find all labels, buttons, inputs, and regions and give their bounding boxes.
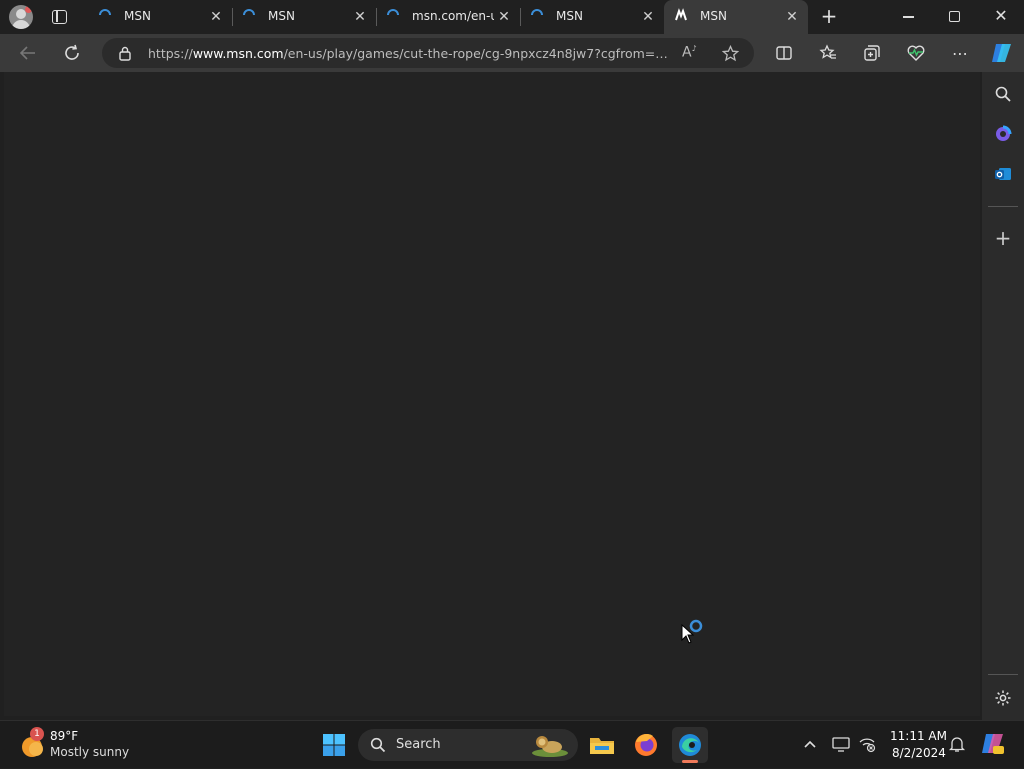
firefox-icon — [635, 733, 657, 756]
tab-actions-icon[interactable] — [52, 10, 67, 24]
page-content[interactable] — [4, 72, 980, 716]
active-app-indicator — [682, 760, 698, 763]
sidebar-copilot-button[interactable] — [989, 120, 1017, 148]
weather-temperature: 89°F — [50, 729, 79, 743]
loading-spinner-icon — [387, 9, 399, 16]
split-screen-button[interactable] — [770, 39, 798, 67]
url-text: https://www.msn.com/en-us/play/games/cut… — [148, 46, 668, 61]
monitor-icon — [832, 737, 850, 752]
sidebar-outlook-button[interactable] — [989, 160, 1017, 188]
tray-network-icon[interactable] — [858, 735, 876, 757]
minimize-button[interactable] — [903, 16, 914, 18]
close-icon[interactable]: ✕ — [208, 9, 224, 25]
edge-sidebar: + — [982, 72, 1024, 720]
read-aloud-icon[interactable]: A♪ — [682, 44, 697, 61]
gear-icon — [995, 690, 1011, 706]
firefox-button[interactable] — [628, 727, 664, 763]
tab-active[interactable]: MSN ✕ — [664, 0, 808, 34]
settings-more-button[interactable]: ⋯ — [946, 39, 974, 67]
search-icon — [370, 737, 386, 753]
network-disconnected-icon — [859, 738, 876, 753]
copilot-icon — [982, 734, 1004, 754]
url-path: /en-us/play/games/cut-the-rope/cg-9npxcz… — [283, 46, 668, 61]
copilot-icon — [992, 44, 1011, 62]
refresh-icon — [65, 44, 79, 60]
loading-spinner-icon — [243, 9, 255, 16]
copilot-button[interactable] — [988, 39, 1016, 67]
taskbar: 1 89°F Mostly sunny Search 11:11 AM 8/2/… — [0, 720, 1024, 768]
weather-badge: 1 — [30, 727, 44, 741]
clock-time[interactable]: 11:11 AM — [890, 729, 947, 743]
restore-button[interactable] — [949, 11, 960, 22]
url-host: www.msn.com — [192, 46, 284, 61]
taskbar-search[interactable]: Search — [358, 729, 578, 761]
edge-icon — [679, 734, 701, 756]
sidebar-search-button[interactable] — [989, 80, 1017, 108]
tab-4[interactable]: MSN ✕ — [520, 0, 664, 34]
browser-essentials-button[interactable] — [902, 39, 930, 67]
favorites-button[interactable] — [814, 39, 842, 67]
chevron-up-icon — [804, 740, 816, 748]
back-arrow-icon — [19, 46, 35, 60]
tray-display-icon[interactable] — [832, 735, 850, 757]
close-window-button[interactable]: ✕ — [992, 7, 1010, 25]
tab-3[interactable]: msn.com/en-u ✕ — [376, 0, 520, 34]
favorites-icon — [819, 44, 836, 59]
plus-icon: + — [994, 226, 1012, 250]
close-icon[interactable]: ✕ — [640, 9, 656, 25]
heart-pulse-icon — [907, 45, 925, 61]
search-icon — [995, 86, 1011, 102]
split-screen-icon — [776, 46, 792, 60]
profile-avatar[interactable] — [9, 5, 33, 29]
file-explorer-button[interactable] — [584, 727, 620, 763]
close-icon[interactable]: ✕ — [352, 9, 368, 25]
tab-label: msn.com/en-u — [412, 9, 494, 23]
title-bar: MSN ✕ MSN ✕ msn.com/en-u ✕ MSN ✕ MSN ✕ +… — [0, 0, 1024, 34]
tab-label: MSN — [268, 9, 295, 23]
close-icon[interactable]: ✕ — [496, 9, 512, 25]
url-scheme: https:// — [148, 46, 193, 61]
notifications-button[interactable] — [948, 735, 966, 757]
refresh-button[interactable] — [58, 39, 86, 67]
sidebar-settings-button[interactable] — [989, 684, 1017, 712]
msn-favicon-icon — [675, 8, 687, 21]
sidebar-add-button[interactable]: + — [989, 224, 1017, 252]
show-hidden-icons-button[interactable] — [802, 736, 818, 752]
loading-spinner-icon — [99, 9, 111, 16]
folder-icon — [590, 738, 614, 754]
toolbar: https://www.msn.com/en-us/play/games/cut… — [0, 34, 1024, 72]
tab-1[interactable]: MSN ✕ — [88, 0, 232, 34]
busy-spinner-icon — [689, 619, 703, 633]
clock-date[interactable]: 8/2/2024 — [892, 746, 946, 760]
start-button[interactable] — [316, 727, 352, 763]
windows-logo-icon — [323, 734, 345, 756]
outlook-icon — [995, 168, 1011, 180]
search-highlight-lion-icon — [532, 736, 568, 757]
bell-icon — [948, 737, 966, 752]
lock-icon — [119, 46, 131, 61]
tab-label: MSN — [124, 9, 151, 23]
tab-label: MSN — [556, 9, 583, 23]
collections-icon — [864, 45, 880, 61]
copilot-designer-icon — [996, 125, 1012, 141]
copilot-taskbar-button[interactable] — [980, 731, 1006, 761]
loading-spinner-icon — [531, 9, 543, 16]
close-icon[interactable]: ✕ — [784, 9, 800, 25]
sidebar-divider — [988, 674, 1018, 675]
back-button[interactable] — [14, 39, 42, 67]
search-label: Search — [396, 737, 441, 752]
new-tab-button[interactable]: + — [818, 6, 840, 28]
address-bar[interactable]: https://www.msn.com/en-us/play/games/cut… — [102, 38, 754, 68]
sidebar-divider — [988, 206, 1018, 207]
weather-description: Mostly sunny — [50, 745, 130, 759]
tab-2[interactable]: MSN ✕ — [232, 0, 376, 34]
tab-label: MSN — [700, 9, 727, 23]
weather-widget[interactable]: 1 89°F Mostly sunny — [14, 721, 144, 769]
collections-button[interactable] — [858, 39, 886, 67]
more-icon: ⋯ — [952, 43, 968, 63]
edge-button[interactable] — [672, 727, 708, 763]
favorite-star-icon[interactable] — [722, 45, 739, 62]
